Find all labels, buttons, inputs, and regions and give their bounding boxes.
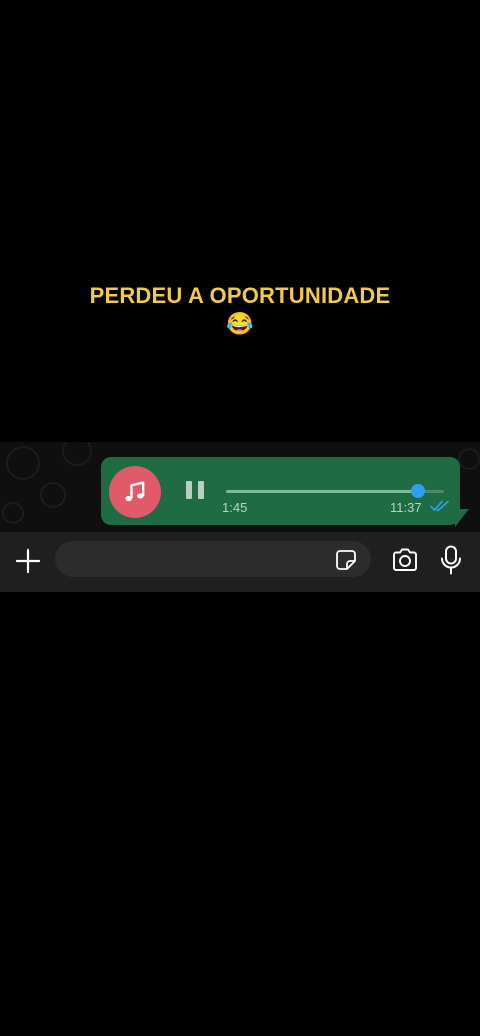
wallpaper-doodle bbox=[40, 482, 66, 508]
voice-message-bubble[interactable]: 1:45 11:37 bbox=[101, 457, 460, 525]
music-note-icon bbox=[109, 466, 161, 518]
sticker-icon[interactable] bbox=[334, 548, 358, 572]
wallpaper-doodle bbox=[6, 446, 40, 480]
message-time: 11:37 bbox=[390, 500, 422, 515]
plus-icon[interactable] bbox=[14, 547, 42, 575]
wallpaper-doodle bbox=[62, 442, 92, 466]
voice-duration: 1:45 bbox=[222, 500, 248, 515]
playback-progress-fill bbox=[226, 490, 418, 493]
chat-background: 1:45 11:37 bbox=[0, 442, 480, 532]
message-composer bbox=[0, 532, 480, 592]
playback-progress-bar[interactable] bbox=[226, 484, 444, 498]
bubble-tail bbox=[455, 509, 469, 527]
overlay-caption: PERDEU A OPORTUNIDADE 😂 bbox=[0, 282, 480, 338]
double-check-icon bbox=[430, 500, 449, 512]
laughing-emoji: 😂 bbox=[226, 311, 254, 336]
caption-text: PERDEU A OPORTUNIDADE bbox=[89, 283, 391, 308]
screen: PERDEU A OPORTUNIDADE 😂 1:45 11:37 bbox=[0, 0, 480, 1036]
microphone-icon[interactable] bbox=[440, 545, 462, 575]
camera-icon[interactable] bbox=[391, 547, 419, 573]
message-input[interactable] bbox=[55, 541, 371, 577]
playback-scrubber-handle[interactable] bbox=[410, 484, 425, 498]
wallpaper-doodle bbox=[458, 448, 480, 470]
pause-icon[interactable] bbox=[185, 481, 207, 501]
wallpaper-doodle bbox=[2, 502, 24, 524]
